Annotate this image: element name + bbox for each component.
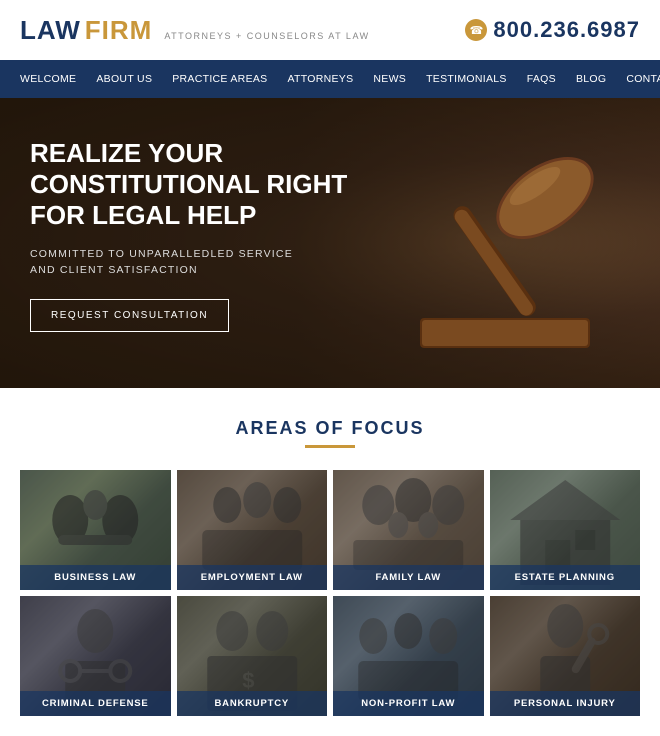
nav-contact[interactable]: CONTACT US [616, 60, 660, 98]
nav-attorneys[interactable]: ATTORNEYS [277, 60, 363, 98]
logo-law: LAW [20, 15, 81, 46]
areas-grid: BUSINESS LAW EMPLOYMENT LAW [20, 470, 640, 716]
area-card-estate[interactable]: ESTATE PLANNING [490, 470, 641, 590]
gavel-illustration [390, 118, 620, 378]
area-label-employment: EMPLOYMENT LAW [177, 565, 328, 590]
nav-about[interactable]: ABOUT US [86, 60, 162, 98]
request-consultation-button[interactable]: REQUEST CONSULTATION [30, 299, 229, 332]
hero-content: REALIZE YOUR CONSTITUTIONAL RIGHT FOR LE… [0, 98, 380, 372]
area-label-estate: ESTATE PLANNING [490, 565, 641, 590]
area-label-family: FAMILY LAW [333, 565, 484, 590]
logo-tagline: ATTORNEYS + COUNSELORS AT LAW [164, 31, 369, 41]
logo: LAW FIRM ATTORNEYS + COUNSELORS AT LAW [20, 15, 370, 46]
phone-number: 800.236.6987 [493, 17, 640, 43]
phone-area[interactable]: ☎ 800.236.6987 [465, 17, 640, 43]
nav-welcome[interactable]: WELCOME [10, 60, 86, 98]
area-card-nonprofit[interactable]: NON-PROFIT LAW [333, 596, 484, 716]
area-label-nonprofit: NON-PROFIT LAW [333, 691, 484, 716]
nav-faqs[interactable]: FAQS [517, 60, 566, 98]
area-card-employment[interactable]: EMPLOYMENT LAW [177, 470, 328, 590]
area-card-criminal[interactable]: CRIMINAL DEFENSE [20, 596, 171, 716]
area-card-personal[interactable]: PERSONAL INJURY [490, 596, 641, 716]
area-card-family[interactable]: FAMILY LAW [333, 470, 484, 590]
areas-underline [305, 445, 355, 448]
site-header: LAW FIRM ATTORNEYS + COUNSELORS AT LAW ☎… [0, 0, 660, 60]
nav-blog[interactable]: BLOG [566, 60, 616, 98]
nav-news[interactable]: NEWS [363, 60, 416, 98]
hero-title: REALIZE YOUR CONSTITUTIONAL RIGHT FOR LE… [30, 138, 350, 232]
areas-title: AREAS OF FOCUS [20, 418, 640, 439]
phone-icon: ☎ [465, 19, 487, 41]
area-card-bankruptcy[interactable]: $ BANKRUPTCY [177, 596, 328, 716]
area-label-personal: PERSONAL INJURY [490, 691, 641, 716]
area-label-business: BUSINESS LAW [20, 565, 171, 590]
hero-section: REALIZE YOUR CONSTITUTIONAL RIGHT FOR LE… [0, 98, 660, 388]
logo-firm: FIRM [85, 15, 153, 46]
hero-subtitle: COMMITTED TO UNPARALLEDLED SERVICEAND CL… [30, 246, 350, 280]
main-nav: WELCOME ABOUT US PRACTICE AREAS ATTORNEY… [0, 60, 660, 98]
area-card-business[interactable]: BUSINESS LAW [20, 470, 171, 590]
area-label-bankruptcy: BANKRUPTCY [177, 691, 328, 716]
area-label-criminal: CRIMINAL DEFENSE [20, 691, 171, 716]
nav-testimonials[interactable]: TESTIMONIALS [416, 60, 517, 98]
nav-practice[interactable]: PRACTICE AREAS [162, 60, 277, 98]
areas-section: AREAS OF FOCUS BUSINESS LAW [0, 388, 660, 736]
svg-text:$: $ [242, 668, 254, 693]
